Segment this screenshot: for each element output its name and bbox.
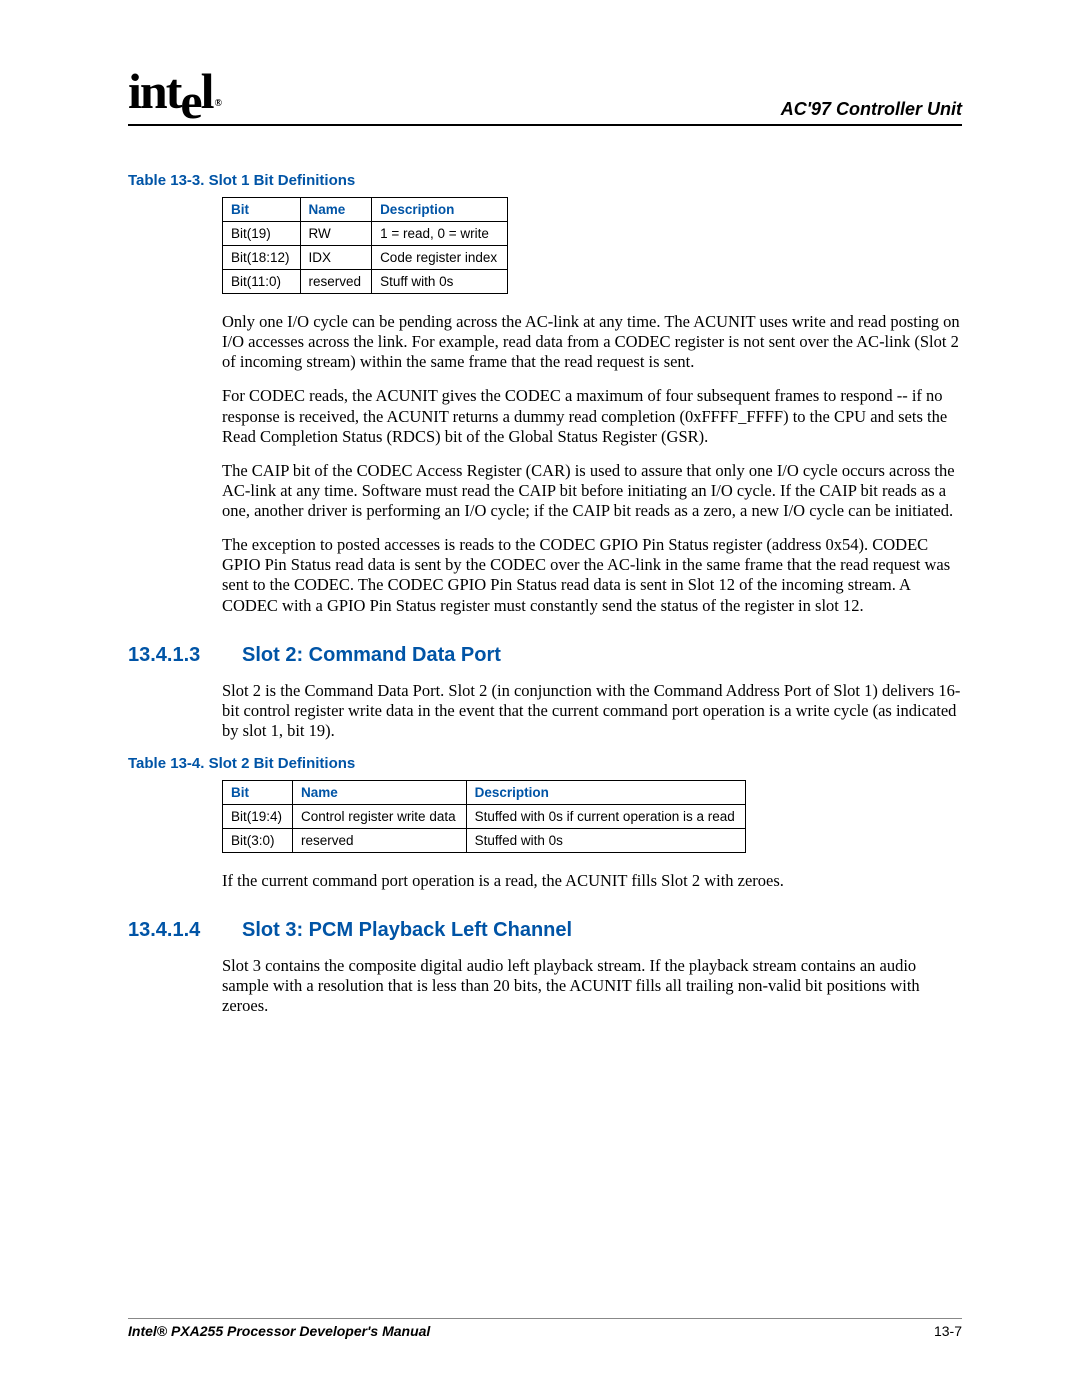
table-13-3: Bit Name Description Bit(19) RW 1 = read… — [222, 197, 508, 294]
body-block-a: Only one I/O cycle can be pending across… — [222, 312, 962, 616]
body-block-d: Slot 3 contains the composite digital au… — [222, 956, 962, 1016]
col-bit: Bit — [223, 198, 301, 222]
paragraph: The exception to posted accesses is read… — [222, 535, 962, 616]
table-row: Bit(19:4) Control register write data St… — [223, 805, 746, 829]
table-header-row: Bit Name Description — [223, 198, 508, 222]
footer-manual-title: Intel® PXA255 Processor Developer's Manu… — [128, 1323, 430, 1339]
page-footer: Intel® PXA255 Processor Developer's Manu… — [128, 1318, 962, 1339]
heading-number: 13.4.1.3 — [128, 644, 218, 667]
col-desc: Description — [466, 781, 745, 805]
paragraph: Only one I/O cycle can be pending across… — [222, 312, 962, 372]
heading-title: Slot 2: Command Data Port — [242, 644, 501, 667]
logo-text: intel — [128, 63, 212, 129]
table-13-4-caption: Table 13-4. Slot 2 Bit Definitions — [128, 755, 962, 772]
cell-bit: Bit(3:0) — [223, 829, 293, 853]
table-header-row: Bit Name Description — [223, 781, 746, 805]
page-header: intel® AC'97 Controller Unit — [128, 62, 962, 126]
cell-bit: Bit(11:0) — [223, 270, 301, 294]
cell-desc: Stuffed with 0s if current operation is … — [466, 805, 745, 829]
heading-number: 13.4.1.4 — [128, 919, 218, 942]
body-block-c: If the current command port operation is… — [222, 871, 962, 891]
cell-name: IDX — [300, 246, 372, 270]
table-13-3-caption: Table 13-3. Slot 1 Bit Definitions — [128, 172, 962, 189]
heading-13-4-1-3: 13.4.1.3 Slot 2: Command Data Port — [128, 644, 962, 667]
table-row: Bit(19) RW 1 = read, 0 = write — [223, 222, 508, 246]
cell-name: reserved — [293, 829, 467, 853]
heading-title: Slot 3: PCM Playback Left Channel — [242, 919, 572, 942]
cell-desc: 1 = read, 0 = write — [372, 222, 508, 246]
col-name: Name — [293, 781, 467, 805]
cell-desc: Code register index — [372, 246, 508, 270]
section-title: AC'97 Controller Unit — [781, 99, 962, 120]
col-bit: Bit — [223, 781, 293, 805]
table-row: Bit(3:0) reserved Stuffed with 0s — [223, 829, 746, 853]
footer-page-number: 13-7 — [934, 1323, 962, 1339]
paragraph: For CODEC reads, the ACUNIT gives the CO… — [222, 386, 962, 446]
intel-logo: intel® — [128, 62, 218, 120]
paragraph: Slot 3 contains the composite digital au… — [222, 956, 962, 1016]
table-row: Bit(18:12) IDX Code register index — [223, 246, 508, 270]
col-desc: Description — [372, 198, 508, 222]
cell-desc: Stuffed with 0s — [466, 829, 745, 853]
table-row: Bit(11:0) reserved Stuff with 0s — [223, 270, 508, 294]
col-name: Name — [300, 198, 372, 222]
registered-mark: ® — [214, 98, 219, 109]
cell-name: RW — [300, 222, 372, 246]
cell-name: Control register write data — [293, 805, 467, 829]
paragraph: The CAIP bit of the CODEC Access Registe… — [222, 461, 962, 521]
table-13-4: Bit Name Description Bit(19:4) Control r… — [222, 780, 746, 853]
cell-bit: Bit(19:4) — [223, 805, 293, 829]
heading-13-4-1-4: 13.4.1.4 Slot 3: PCM Playback Left Chann… — [128, 919, 962, 942]
cell-bit: Bit(18:12) — [223, 246, 301, 270]
body-block-b: Slot 2 is the Command Data Port. Slot 2 … — [222, 681, 962, 741]
page: intel® AC'97 Controller Unit Table 13-3.… — [0, 0, 1080, 1397]
cell-name: reserved — [300, 270, 372, 294]
paragraph: If the current command port operation is… — [222, 871, 962, 891]
cell-desc: Stuff with 0s — [372, 270, 508, 294]
paragraph: Slot 2 is the Command Data Port. Slot 2 … — [222, 681, 962, 741]
cell-bit: Bit(19) — [223, 222, 301, 246]
